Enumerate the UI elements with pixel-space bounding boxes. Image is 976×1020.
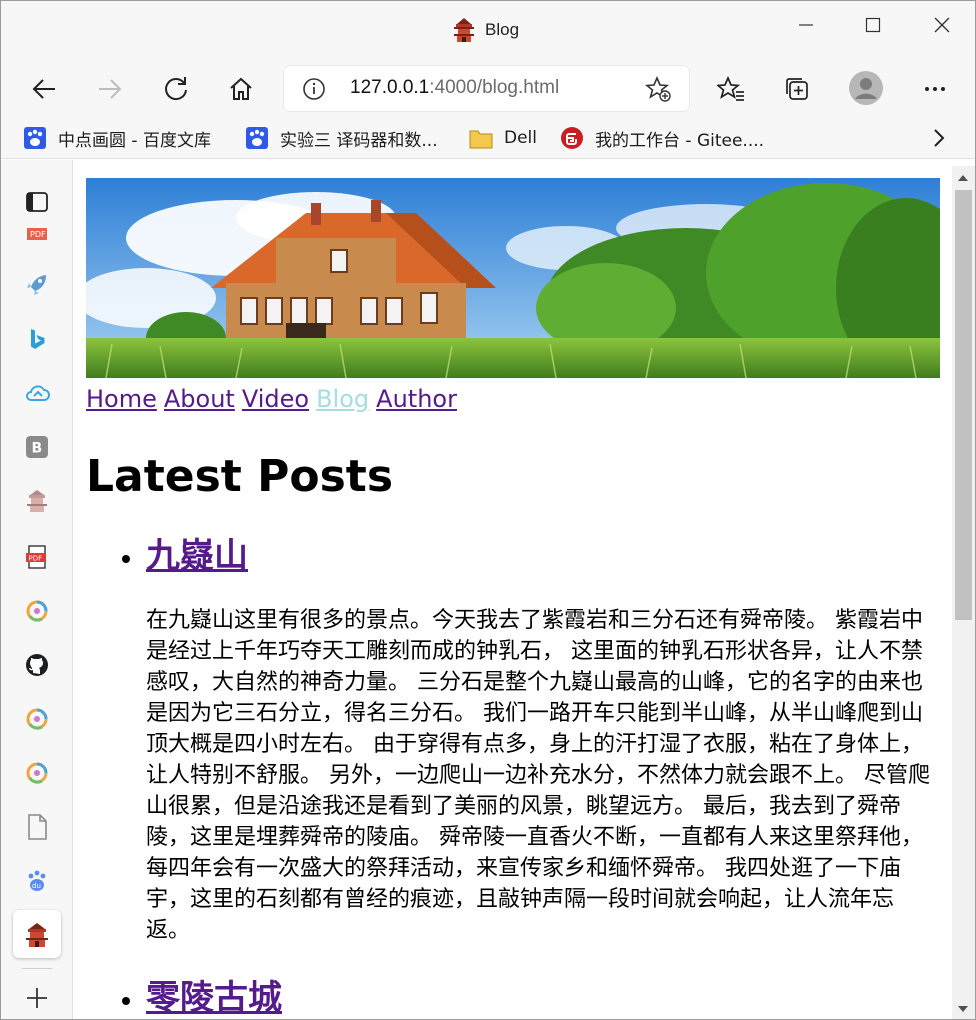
rocket-icon[interactable] [22,270,52,300]
edge-sidebar: PDF B PDF du [1,160,73,1019]
list-item: 九嶷山 在九嶷山这里有很多的景点。今天我去了紫霞岩和三分石还有舜帝陵。 紫霞岩中… [122,528,942,946]
address-bar[interactable]: 127.0.0.1:4000/blog.html [284,66,689,111]
bing-icon[interactable] [22,324,52,354]
arrow-left-icon [32,79,55,99]
title-bar: Blog [1,1,975,59]
github-icon[interactable] [22,650,52,680]
bookmark-item[interactable]: 实验三 译码器和数... [245,125,438,151]
post-title-link[interactable]: 零陵古城 [146,970,282,1019]
folder-icon [469,126,493,150]
post-list: 九嶷山 在九嶷山这里有很多的景点。今天我去了紫霞岩和三分石还有舜帝陵。 紫霞岩中… [86,528,942,1019]
page-heading: Latest Posts [86,451,394,502]
add-icon[interactable] [22,983,52,1013]
circle-app-icon[interactable] [22,704,52,734]
browser-toolbar: 127.0.0.1:4000/blog.html [1,59,975,117]
pagoda-icon[interactable] [22,920,52,950]
window-title-text: Blog [485,20,520,39]
pagoda-icon [454,18,474,42]
back-button[interactable] [26,71,62,107]
tab-actions-icon[interactable] [22,187,52,217]
file-icon[interactable] [22,812,52,842]
circle-app-icon[interactable] [22,596,52,626]
collections-button[interactable] [779,71,815,107]
scroll-down-arrow-icon[interactable] [958,1006,968,1012]
url-path: :4000/blog.html [429,77,560,98]
browser-window: Blog 127.0.0.1:4000/blog.html 中点画圆 - 百度文… [0,0,976,1020]
sidebar-divider [22,968,52,969]
minimize-icon [799,24,813,26]
close-button[interactable] [927,11,957,39]
blog-page: Home About Video Blog Author Latest Post… [86,178,942,1019]
forward-button[interactable] [92,71,128,107]
bookmarks-bar: 中点画圆 - 百度文库 实验三 译码器和数... Dell 我的工作台 - Gi… [1,117,975,159]
url-host: 127.0.0.1 [350,77,430,98]
bookmark-item[interactable]: 我的工作台 - Gitee.... [560,125,764,151]
cloud-icon[interactable] [22,378,52,408]
add-favorite-icon[interactable] [644,75,672,103]
reload-button[interactable] [158,71,194,107]
nav-link-home[interactable]: Home [86,385,157,413]
pdf-icon[interactable]: PDF [22,222,52,242]
bookmark-label: 我的工作台 - Gitee.... [595,130,765,151]
scroll-up-arrow-icon[interactable] [958,175,968,181]
refresh-icon [165,77,187,101]
arrow-right-icon [99,79,122,99]
baidu-icon[interactable]: du [22,866,52,896]
svg-text:B: B [32,441,43,457]
settings-more-button[interactable] [917,71,953,107]
baidu-paw-icon [245,126,269,150]
banner-image [86,178,940,378]
circle-app-icon[interactable] [22,758,52,788]
url-text[interactable]: 127.0.0.1:4000/blog.html [350,77,559,99]
nav-link-about[interactable]: About [164,385,235,413]
svg-text:PDF: PDF [30,230,46,239]
more-icon [925,87,945,91]
maximize-icon [865,17,881,33]
bookmark-folder-dell[interactable]: Dell [469,125,537,151]
info-icon[interactable] [302,77,326,101]
page-scrollbar[interactable] [952,166,975,1019]
svg-text:du: du [32,882,41,890]
bookmark-label: 实验三 译码器和数... [280,130,438,151]
collections-icon [786,78,808,100]
home-button[interactable] [223,71,259,107]
favorites-button[interactable] [713,71,749,107]
window-title: Blog [453,17,519,43]
b-icon[interactable]: B [22,432,52,462]
baidu-paw-icon [23,126,47,150]
bookmark-label: 中点画圆 - 百度文库 [58,130,211,151]
svg-text:PDF: PDF [29,555,43,563]
site-nav: Home About Video Blog Author [86,385,942,413]
nav-link-video[interactable]: Video [242,385,309,413]
bookmark-item[interactable]: 中点画圆 - 百度文库 [23,125,211,151]
maximize-button[interactable] [858,11,888,39]
avatar-icon [849,71,883,105]
home-icon [230,77,252,100]
profile-button[interactable] [847,69,885,107]
page-viewport: Home About Video Blog Author Latest Post… [74,166,952,1019]
nav-link-blog[interactable]: Blog [316,385,369,413]
bookmarks-overflow-button[interactable] [929,125,949,151]
list-item: 零陵古城 [122,970,942,1019]
minimize-button[interactable] [791,11,821,39]
scrollbar-thumb[interactable] [955,190,972,620]
gitee-icon [560,126,584,150]
close-icon [934,17,950,33]
chevron-right-icon [934,129,945,147]
pdf-icon[interactable]: PDF [22,542,52,572]
post-body: 在九嶷山这里有很多的景点。今天我去了紫霞岩和三分石还有舜帝陵。 紫霞岩中是经过上… [146,608,930,943]
post-title-link[interactable]: 九嶷山 [146,528,248,577]
favorites-icon [717,75,744,101]
bookmark-label: Dell [504,128,537,148]
pagoda-icon[interactable] [22,486,52,516]
nav-link-author[interactable]: Author [376,385,457,413]
